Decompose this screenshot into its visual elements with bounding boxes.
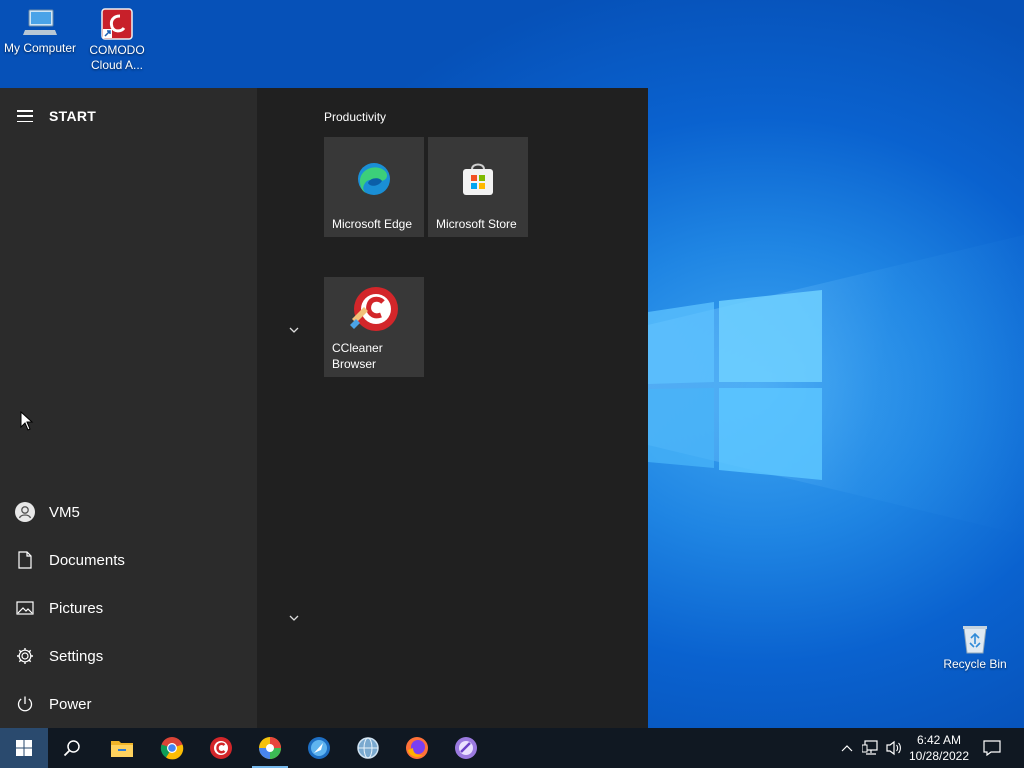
tile-group-label: Productivity [324, 110, 387, 124]
taskbar-file-explorer[interactable] [98, 728, 146, 768]
chevron-down-icon[interactable] [286, 324, 302, 336]
sidebar-item-label: VM5 [49, 503, 80, 521]
start-menu-sidebar: START VM5 Documents Pictures Settings Po… [0, 88, 257, 728]
desktop-icon-comodo[interactable]: COMODO Cloud A... [77, 8, 157, 73]
recycle-bin-icon [963, 626, 987, 654]
ccleaner-icon [210, 737, 232, 759]
desktop-icon-my-computer[interactable]: My Computer [0, 8, 80, 56]
tile-microsoft-store[interactable]: Microsoft Store [428, 137, 528, 237]
sidebar-item-pictures[interactable]: Pictures [0, 586, 257, 630]
hamburger-menu-icon[interactable] [17, 110, 33, 122]
tile-microsoft-edge[interactable]: Microsoft Edge [324, 137, 424, 237]
taskbar-clock[interactable]: 6:42 AM 10/28/2022 [906, 732, 972, 764]
chrome-icon [160, 737, 184, 760]
sidebar-item-label: Pictures [49, 599, 104, 617]
clock-time: 6:42 AM [916, 733, 962, 747]
search-button[interactable] [48, 728, 96, 768]
taskbar-maxthon[interactable] [295, 728, 343, 768]
volume-button[interactable] [883, 728, 905, 768]
tile-ccleaner-browser[interactable]: CCleaner Browser [324, 277, 424, 377]
sidebar-item-documents[interactable]: Documents [0, 538, 257, 582]
taskbar-chrome[interactable] [148, 728, 196, 768]
desktop-icon-label: Recycle Bin [943, 657, 1007, 671]
comodo-cloud-antivirus-icon [101, 8, 133, 40]
sidebar-item-power[interactable]: Power [0, 682, 257, 726]
desktop-icon-recycle-bin[interactable]: Recycle Bin [935, 624, 1015, 672]
power-icon [14, 693, 36, 715]
desktop-icon-label: My Computer [3, 41, 77, 55]
chevron-down-icon[interactable] [286, 612, 302, 624]
ccleaner-browser-icon [350, 287, 398, 331]
start-button[interactable] [0, 728, 48, 768]
start-header[interactable]: START [0, 104, 96, 128]
sidebar-item-label: Settings [49, 647, 104, 665]
taskbar-browser-extra[interactable] [442, 728, 490, 768]
sidebar-item-label: Documents [49, 551, 125, 569]
taskbar: 6:42 AM 10/28/2022 [0, 728, 1024, 768]
desktop-icon-label: COMODO Cloud A... [89, 43, 145, 72]
color-browser-icon [259, 737, 281, 759]
start-menu: START VM5 Documents Pictures Settings Po… [0, 88, 648, 728]
chevron-up-icon [841, 745, 853, 752]
computer-icon [23, 9, 57, 35]
maxthon-icon [308, 737, 330, 759]
action-center-button[interactable] [978, 728, 1006, 768]
taskbar-network-browser[interactable] [344, 728, 392, 768]
taskbar-firefox[interactable] [393, 728, 441, 768]
speaker-icon [886, 740, 901, 756]
start-title: START [49, 108, 97, 124]
file-explorer-icon [111, 741, 133, 757]
search-icon [63, 740, 80, 757]
notification-icon [983, 740, 1001, 756]
user-avatar-icon [14, 501, 36, 523]
network-globe-icon [357, 737, 379, 759]
pictures-icon [14, 597, 36, 619]
sidebar-item-settings[interactable]: Settings [0, 634, 257, 678]
store-icon [463, 163, 493, 195]
gear-icon [14, 645, 36, 667]
taskbar-ccleaner[interactable] [197, 728, 245, 768]
tile-label: Microsoft Edge [332, 217, 413, 231]
network-status-button[interactable] [860, 728, 882, 768]
tile-label: Microsoft Store [436, 217, 517, 231]
sidebar-item-user[interactable]: VM5 [0, 490, 257, 534]
show-hidden-icons-button[interactable] [838, 728, 856, 768]
sidebar-item-label: Power [49, 695, 92, 713]
edge-icon [358, 163, 390, 195]
windows-logo-wallpaper [648, 290, 822, 480]
document-icon [14, 549, 36, 571]
firefox-icon [406, 737, 428, 759]
opera-like-icon [455, 737, 477, 759]
taskbar-color-browser[interactable] [246, 728, 294, 768]
mouse-cursor-icon [20, 411, 34, 431]
tile-label: CCleaner Browser [332, 341, 383, 371]
windows-start-icon [16, 740, 32, 756]
network-icon [862, 740, 878, 755]
clock-date: 10/28/2022 [908, 749, 970, 763]
